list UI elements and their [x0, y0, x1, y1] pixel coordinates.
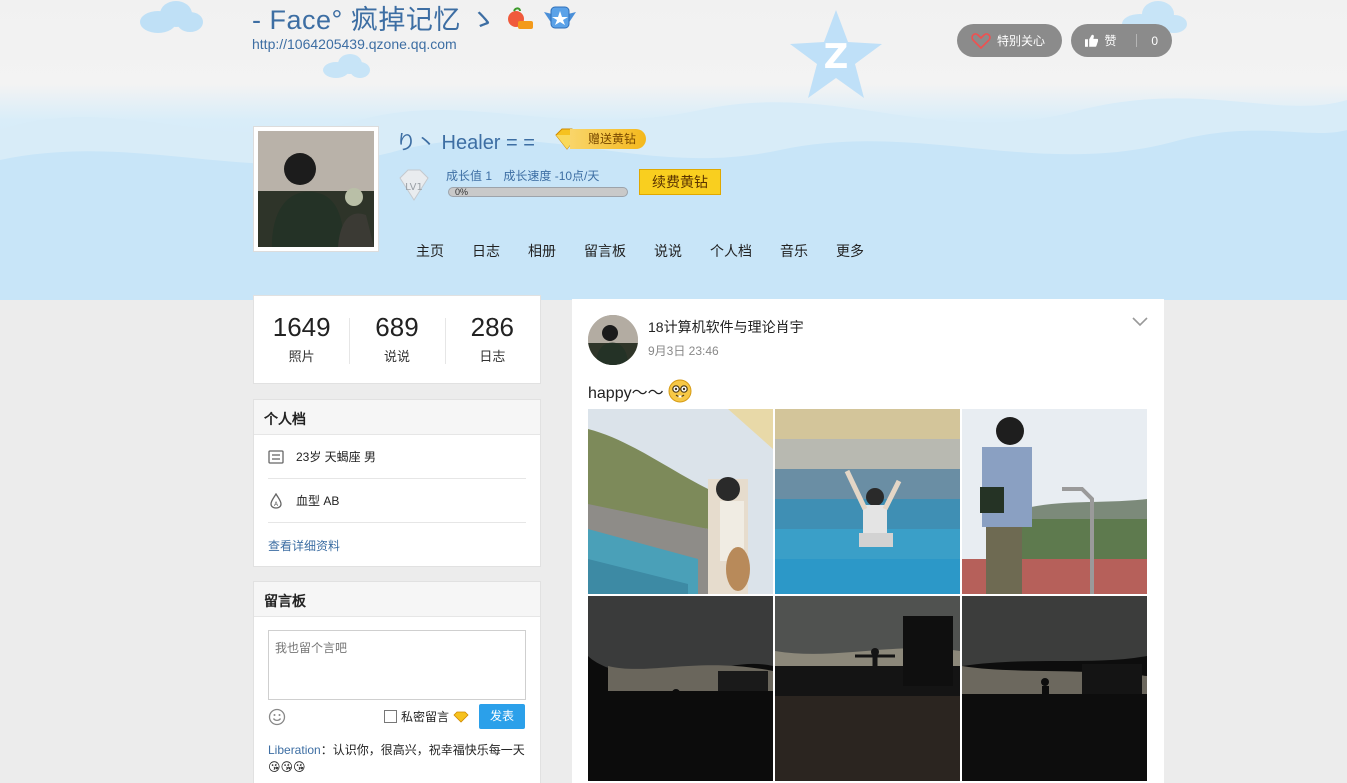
- renew-vip-button[interactable]: 续费黄钻: [639, 169, 721, 195]
- feed-photo[interactable]: [775, 596, 960, 781]
- thumbs-up-icon: [1085, 34, 1099, 47]
- message-input[interactable]: [268, 630, 526, 700]
- feed-author-avatar[interactable]: [588, 315, 638, 365]
- feed-photo[interactable]: [962, 596, 1147, 781]
- growth-info: 成长值 1 成长速度 -10点/天: [446, 167, 607, 184]
- cloud-decoration: [323, 54, 370, 78]
- chevron-down-icon[interactable]: [1132, 317, 1148, 327]
- message-entry: Liberation：认识你，很高兴，祝幸福快乐每一天😘😘😘: [268, 742, 530, 776]
- nerd-face-emoji-icon: [668, 379, 692, 403]
- feed-text-content: happy～～: [588, 385, 664, 402]
- profile-basic-text: 23岁 天蝎座 男: [296, 450, 377, 464]
- growth-progress-bar: [448, 187, 628, 197]
- cloud-decoration: [140, 1, 203, 33]
- nav-item-album[interactable]: 相册: [514, 241, 570, 261]
- growth-progress-text: 0%: [455, 187, 469, 197]
- svg-text:A: A: [274, 501, 279, 508]
- profile-basic-row: 23岁 天蝎座 男: [268, 435, 526, 479]
- stat-label: 照片: [288, 349, 315, 364]
- feed-photo[interactable]: [962, 409, 1147, 594]
- feed-photo[interactable]: [775, 409, 960, 594]
- photo-grid: [588, 409, 1148, 781]
- profile-avatar[interactable]: [253, 126, 379, 252]
- private-message-option[interactable]: 私密留言: [384, 708, 469, 725]
- divider: [1136, 34, 1138, 47]
- site-title: - Face° 疯掉记忆 ゝ: [252, 0, 578, 37]
- avatar-illustration: [258, 131, 374, 247]
- level-badge-icon: LV1: [399, 169, 429, 201]
- message-author[interactable]: Liberation: [268, 743, 321, 757]
- send-message-button[interactable]: 发表: [479, 704, 525, 729]
- feed-photo[interactable]: [588, 596, 773, 781]
- nav-item-music[interactable]: 音乐: [766, 241, 822, 261]
- stat-label: 日志: [479, 349, 506, 364]
- heart-icon: [971, 32, 991, 49]
- nav-item-shuoshuo[interactable]: 说说: [640, 241, 696, 261]
- star-wing-badge-icon: [544, 6, 577, 28]
- like-button[interactable]: 赞 0: [1071, 24, 1172, 57]
- stat-number: 1649: [272, 312, 331, 342]
- special-care-button[interactable]: 特别关心: [957, 24, 1062, 57]
- feed-photo[interactable]: [588, 409, 773, 594]
- stat-number: 286: [470, 312, 515, 342]
- main-nav: 主页 日志 相册 留言板 说说 个人档 音乐 更多: [402, 241, 878, 261]
- view-details-link[interactable]: 查看详细资料: [268, 537, 340, 554]
- feed-avatar-illustration: [588, 315, 638, 365]
- stat-label: 说说: [383, 349, 410, 364]
- feed-post-text: happy～～: [588, 379, 692, 403]
- private-checkbox[interactable]: [384, 710, 397, 723]
- nav-item-profile[interactable]: 个人档: [696, 241, 766, 261]
- profile-blood-text: 血型 AB: [296, 494, 340, 508]
- nav-item-blog[interactable]: 日志: [458, 241, 514, 261]
- profile-card-title: 个人档: [254, 400, 540, 435]
- profile-card: 个人档 23岁 天蝎座 男 A 血型 AB 查看详细资料: [253, 399, 541, 567]
- private-label: 私密留言: [401, 710, 450, 724]
- qzone-star-logo: Z: [790, 10, 882, 98]
- stat-blogs[interactable]: 286 日志: [444, 296, 540, 383]
- id-card-icon: [268, 449, 284, 464]
- feed-timestamp: 9月3日 23:46: [648, 344, 719, 358]
- stat-photos[interactable]: 1649 照片: [254, 296, 349, 383]
- growth-speed: 成长速度 -10点/天: [503, 169, 600, 183]
- site-url[interactable]: http://1064205439.qzone.qq.com: [252, 36, 457, 52]
- stadium-photo: [775, 409, 960, 594]
- stat-number: 689: [375, 312, 419, 342]
- silhouette-photo: [962, 596, 1147, 781]
- stadium-photo: [962, 409, 1147, 594]
- blood-drop-icon: A: [270, 492, 282, 509]
- feed-card: 18计算机软件与理论肖宇 9月3日 23:46 happy～～: [572, 299, 1164, 783]
- like-count: 0: [1151, 33, 1158, 48]
- smiley-icon[interactable]: [268, 708, 286, 726]
- profile-blood-row: A 血型 AB: [268, 479, 526, 523]
- feed-author-name[interactable]: 18计算机软件与理论肖宇: [648, 317, 804, 337]
- svg-text:Z: Z: [824, 37, 849, 77]
- nav-item-message-board[interactable]: 留言板: [570, 241, 640, 261]
- stat-shuoshuo[interactable]: 689 说说: [349, 296, 444, 383]
- site-title-text: - Face° 疯掉记忆 ゝ: [252, 5, 497, 35]
- silhouette-photo: [775, 596, 960, 781]
- message-board-card: 留言板 私密留言 发表 Liberation：认识你，很高兴，祝幸福快乐每一天😘…: [253, 581, 541, 783]
- nav-item-more[interactable]: 更多: [822, 241, 878, 261]
- profile-nickname[interactable]: り丶 Healer = =: [396, 126, 535, 155]
- gift-vip-label: 赠送黄钻: [570, 129, 647, 149]
- gift-vip-button[interactable]: 赠送黄钻: [552, 128, 650, 150]
- like-label: 赞: [1104, 34, 1117, 48]
- stadium-photo: [588, 409, 773, 594]
- nav-item-home[interactable]: 主页: [402, 241, 458, 261]
- level-badge-text: LV1: [405, 182, 423, 193]
- diamond-icon: [453, 711, 469, 723]
- peach-icon: [508, 6, 534, 29]
- message-board-title: 留言板: [254, 582, 540, 617]
- stats-card: 1649 照片 689 说说 286 日志: [253, 295, 541, 384]
- silhouette-photo: [588, 596, 773, 781]
- growth-value: 成长值 1: [446, 169, 493, 183]
- special-care-label: 特别关心: [997, 34, 1046, 48]
- avatar-photo: [258, 131, 374, 247]
